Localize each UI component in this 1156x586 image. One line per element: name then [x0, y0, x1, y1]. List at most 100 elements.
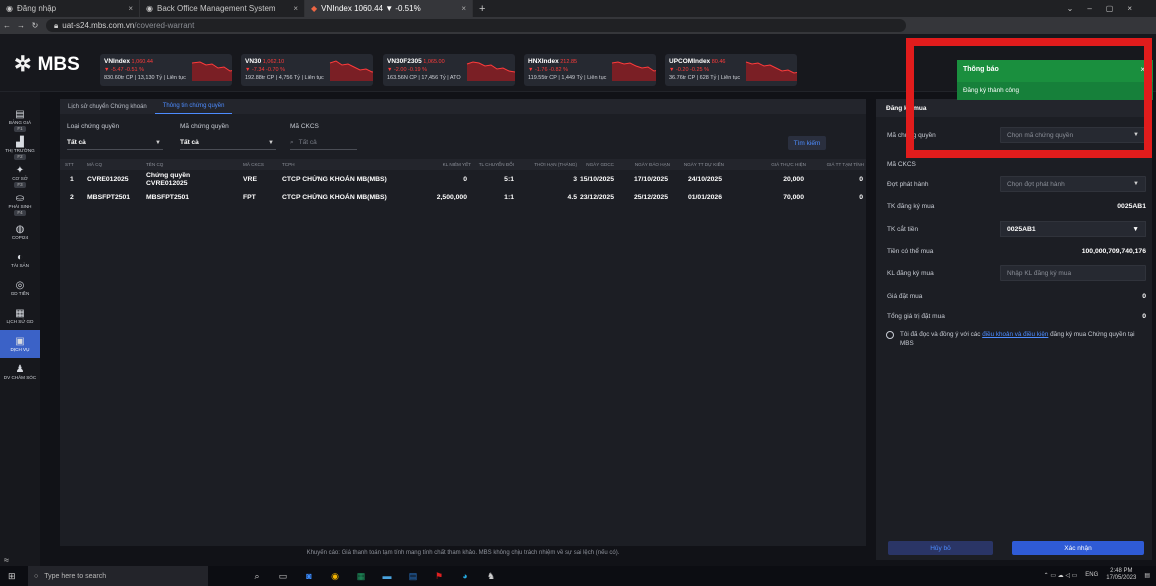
- app-icon[interactable]: ♞: [482, 567, 500, 585]
- chrome-icon[interactable]: ◉: [326, 567, 344, 585]
- new-tab-icon[interactable]: +: [479, 3, 485, 15]
- tab-favicon-icon: ◉: [146, 4, 153, 13]
- language-indicator[interactable]: ENG: [1085, 572, 1098, 578]
- quantity-input[interactable]: Nhập KL đăng ký mua: [1000, 265, 1146, 281]
- task-view-icon[interactable]: ▭: [274, 567, 292, 585]
- ticker-sparkline: [466, 61, 515, 81]
- close-tab-icon[interactable]: ×: [128, 4, 133, 13]
- sidebar-item-bảng-giá[interactable]: ▤ BẢNG GIÁ F1: [0, 106, 40, 134]
- windows-start-icon[interactable]: ⊞: [8, 571, 16, 582]
- window-controls[interactable]: ⌄–▢×: [1067, 4, 1146, 13]
- filter-type-select[interactable]: Tất cả ▼: [67, 136, 163, 150]
- sidebar-icon: ▟: [16, 136, 24, 148]
- sidebar-item-tài-sản[interactable]: ◐ TÀI SẢN: [0, 246, 40, 274]
- confirm-button[interactable]: Xác nhận: [1012, 541, 1144, 555]
- col-exercise-price: GIÁ THỰC HIỆN: [771, 162, 806, 167]
- browser-tab-backoffice[interactable]: ◉ Back Office Management System ×: [140, 0, 305, 17]
- ticker-value: 80.46: [711, 59, 726, 65]
- col-stt: STT: [65, 162, 74, 167]
- close-tab-icon[interactable]: ×: [461, 4, 466, 13]
- sidebar-item-dv-chăm-sóc[interactable]: ♟ DV CHĂM SÓC: [0, 358, 40, 386]
- sparkline-area: [329, 61, 373, 81]
- sidebar-icon: ◎: [15, 279, 25, 291]
- os-taskbar: ⊞ ○ Type here to search ⌕ ▭ ◙ ◉ ▦ ▬ ▤ ⚑ …: [0, 566, 1156, 586]
- tray-icons[interactable]: ⌃ ▭ ☁ ◁ ▭: [1044, 572, 1078, 579]
- sidebar-item-label: GD TIỀN: [10, 290, 30, 296]
- mic-icon[interactable]: ⌕: [248, 567, 266, 585]
- logo[interactable]: ✲ MBS: [14, 52, 80, 77]
- sidebar-item-label: DV CHĂM SÓC: [3, 374, 37, 380]
- chevron-down-icon: ▼: [155, 139, 161, 146]
- back-icon[interactable]: ←: [0, 21, 14, 30]
- ticker-text: VNIndex 1,060.44 ▼ -5.47 -0.51 % 830.60tr …: [104, 58, 186, 82]
- clock[interactable]: 2:48 PM 17/05/2023: [1106, 568, 1136, 582]
- col-settle-date: NGÀY TT DỰ KIẾN: [683, 162, 724, 167]
- sidebar-icon: ◍: [15, 223, 25, 235]
- explorer-icon[interactable]: ▬: [378, 567, 396, 585]
- ticker-value: 1,065.00: [423, 59, 445, 65]
- skype-icon[interactable]: ◕: [456, 567, 474, 585]
- word-icon[interactable]: ▤: [404, 567, 422, 585]
- browser-tab-vnindex[interactable]: ◆ VNIndex 1060.44 ▼ -0.51% ×: [305, 0, 473, 17]
- ticker-vnindex[interactable]: VNIndex 1,060.44 ▼ -5.47 -0.51 % 830.60tr …: [100, 54, 232, 86]
- reload-icon[interactable]: ↻: [28, 21, 42, 30]
- url-field[interactable]: 🔒︎ uat-s24.mbs.com.vn/covered-warrant: [46, 19, 906, 32]
- sidebar-icon: ♟: [15, 363, 25, 375]
- cancel-button[interactable]: Hủy bỏ: [888, 541, 993, 555]
- notifications-icon[interactable]: ▤: [1144, 572, 1150, 579]
- sidebar-item-thị-trường[interactable]: ▟ THỊ TRƯỜNG F2: [0, 134, 40, 162]
- ticker-value: 1,062.10: [262, 59, 285, 65]
- terms-link[interactable]: điều khoản và điều kiện: [982, 331, 1048, 338]
- ticker-sparkline: [612, 61, 656, 81]
- ticker-vn30f2305[interactable]: VN30F2305 1,065.00 ▼ -2.00 -0.19 % 163.56N…: [383, 54, 515, 86]
- ticker-text: HNXIndex 212.85 ▼ -1.76 -0.82 % 119.55tr C…: [528, 58, 606, 82]
- sub-tabs: Lịch sử chuyển Chứng khoán Thông tin chứ…: [60, 99, 866, 114]
- shortcut-key-badge: F3: [14, 181, 26, 188]
- cksc-search-input[interactable]: ⌕ Tất cả: [290, 136, 357, 150]
- app-window: { "browser": { "tabs": [ {"title": "Đăng…: [0, 0, 1156, 586]
- acrobat-icon[interactable]: ⚑: [430, 567, 448, 585]
- filter-code-select[interactable]: Tất cả ▼: [180, 136, 276, 150]
- col-code: MÃ CQ: [87, 162, 103, 167]
- disclaimer-text: Khuyến cáo: Giá thanh toán tạm tính mang…: [306, 550, 620, 556]
- shortcut-key-badge: F4: [14, 209, 26, 216]
- ticker-vn30[interactable]: VN30 1,062.10 ▼ -7.34 -0.70 % 192.88tr CP …: [241, 54, 373, 86]
- sidebar-item-cơ-sở[interactable]: ✦ CƠ SỞ F3: [0, 162, 40, 190]
- sidebar-icon: ◐: [16, 251, 24, 263]
- sidebar-item-copi24[interactable]: ◍ COPI24: [0, 218, 40, 246]
- ticker-change: ▼ -7.34 -0.70 %: [245, 67, 285, 73]
- tab-transfer-history[interactable]: Lịch sử chuyển Chứng khoán: [60, 99, 155, 114]
- forward-icon[interactable]: →: [14, 21, 28, 30]
- collapse-sidebar-icon[interactable]: ≈: [4, 555, 9, 565]
- sidebar-item-lịch-sử-gd[interactable]: ▦ LỊCH SỬ GD: [0, 302, 40, 330]
- sidebar-item-dịch-vụ[interactable]: ▣ DỊCH VỤ: [0, 330, 40, 358]
- chevron-down-icon: ▼: [268, 139, 274, 146]
- search-button[interactable]: Tìm kiếm: [788, 136, 826, 150]
- tab-warrant-info[interactable]: Thông tin chứng quyền: [154, 99, 233, 114]
- reg-account-label: TK đăng ký mua: [887, 203, 935, 210]
- sidebar-item-gd-tiền[interactable]: ◎ GD TIỀN: [0, 274, 40, 302]
- available-cash-value: 100,000,709,740,176: [1081, 248, 1146, 255]
- ticker-change: ▼ -1.76 -0.82 %: [528, 67, 568, 73]
- browser-tab-login[interactable]: ◉ Đăng nhập ×: [0, 0, 140, 17]
- reg-account-value: 0025AB1: [1117, 203, 1146, 210]
- taskbar-search-input[interactable]: ○ Type here to search: [28, 566, 208, 586]
- terms-radio[interactable]: [886, 331, 894, 339]
- tab-favicon-icon: ◆: [311, 4, 318, 13]
- ticker-volume: 119.55tr CP | 1,449 Tỷ | Liên tục: [528, 75, 607, 81]
- price-label: Giá đặt mua: [887, 293, 923, 300]
- close-tab-icon[interactable]: ×: [293, 4, 298, 13]
- ticker-upcomindex[interactable]: UPCOMIndex 80.46 ▼ -0.20 -0.25 % 36.76tr C…: [665, 54, 797, 86]
- table-row[interactable]: 1 CVRE012025 Chứng quyền CVRE012025 VRE …: [60, 171, 866, 188]
- terms-agreement: Tôi đã đọc và đồng ý với các điều khoản …: [886, 330, 1146, 348]
- excel-icon[interactable]: ▦: [352, 567, 370, 585]
- ticker-hnxindex[interactable]: HNXIndex 212.85 ▼ -1.76 -0.82 % 119.55tr C…: [524, 54, 656, 86]
- table-row[interactable]: 2 MBSFPT2501 MBSFPT2501 FPT CTCP CHỨNG K…: [60, 189, 866, 206]
- lock-icon: 🔒︎: [54, 20, 59, 30]
- outlook-icon[interactable]: ◙: [300, 567, 318, 585]
- col-maturity-date: NGÀY ĐÁO HẠN: [634, 162, 670, 167]
- total-label: Tổng giá trị đặt mua: [887, 313, 945, 320]
- debit-account-select[interactable]: 0025AB1 ▼: [1000, 221, 1146, 237]
- sidebar-item-phái-sinh[interactable]: ⛀ PHÁI SINH F4: [0, 190, 40, 218]
- issue-round-select[interactable]: Chọn đợt phát hành ▼: [1000, 176, 1146, 192]
